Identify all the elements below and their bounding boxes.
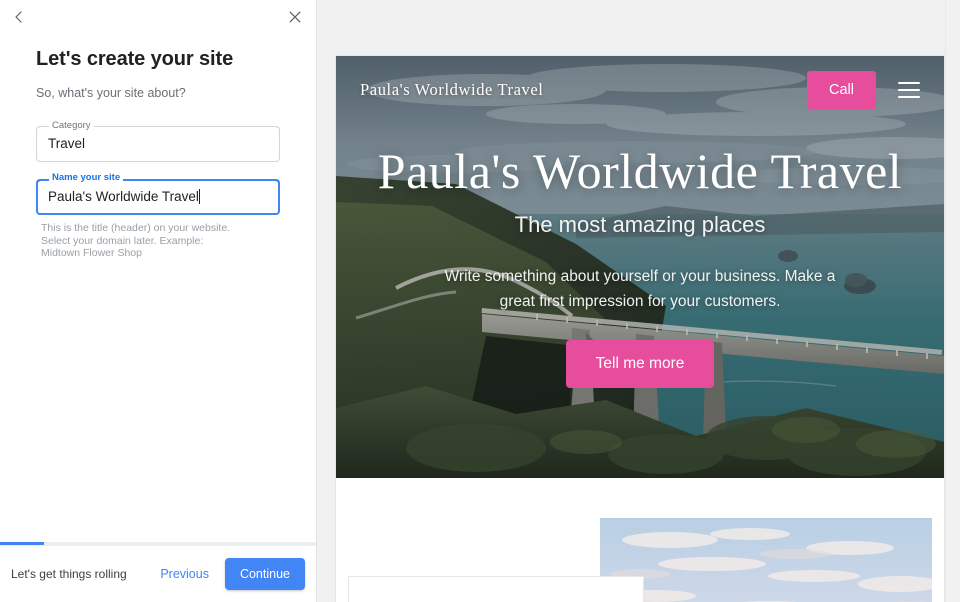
section-text-card (348, 576, 644, 602)
hero-heading: Paula's Worldwide Travel (377, 143, 903, 199)
site-name-field-label: Name your site (49, 171, 124, 184)
site-hero: Paula's Worldwide Travel Call Paula's Wo… (336, 56, 944, 478)
chevron-left-icon (12, 10, 26, 24)
footer-status-text: Let's get things rolling (11, 567, 127, 581)
call-button[interactable]: Call (807, 70, 876, 110)
site-name-field-text: Paula's Worldwide Travel (48, 189, 199, 204)
site-preview-stage: Paula's Worldwide Travel Call Paula's Wo… (318, 0, 960, 602)
hero-subheading: The most amazing places (514, 212, 766, 237)
text-caret (198, 189, 200, 204)
hamburger-menu-icon[interactable] (894, 75, 924, 105)
wizard-footer: Let's get things rolling Previous Contin… (0, 545, 316, 602)
preview-scrollbar[interactable] (945, 0, 960, 602)
wizard-panel: Let's create your site So, what's your s… (0, 0, 317, 602)
site-name-helper-text: This is the title (header) on your websi… (41, 222, 231, 259)
category-field-wrapper: Category Travel (0, 119, 316, 162)
category-field[interactable]: Category Travel (36, 119, 280, 162)
section-sky-image (600, 518, 932, 602)
wizard-topbar (0, 0, 316, 36)
previous-button[interactable]: Previous (150, 561, 219, 587)
hero-cta-button[interactable]: Tell me more (565, 340, 715, 388)
continue-button[interactable]: Continue (224, 558, 305, 590)
wizard-body: Let's create your site So, what's your s… (0, 36, 316, 260)
site-name-field-wrapper: Name your site Paula's Worldwide Travel … (0, 171, 316, 260)
site-name-field[interactable]: Name your site Paula's Worldwide Travel (36, 171, 280, 215)
app-root: Let's create your site So, what's your s… (0, 0, 960, 602)
page-subtitle: So, what's your site about? (36, 86, 186, 100)
page-title: Let's create your site (36, 48, 234, 70)
hero-content: Paula's Worldwide Travel The most amazin… (336, 142, 944, 388)
site-preview-frame[interactable]: Paula's Worldwide Travel Call Paula's Wo… (336, 56, 944, 602)
site-navbar: Paula's Worldwide Travel Call (336, 56, 944, 124)
close-icon (288, 10, 302, 24)
back-button[interactable] (5, 3, 33, 31)
hero-paragraph: Write something about yourself or your b… (444, 268, 836, 310)
category-field-label: Category (49, 119, 94, 132)
close-button[interactable] (281, 3, 309, 31)
site-logo[interactable]: Paula's Worldwide Travel (360, 80, 807, 100)
site-name-field-value: Paula's Worldwide Travel (48, 179, 270, 215)
site-section-below-hero (336, 478, 944, 602)
